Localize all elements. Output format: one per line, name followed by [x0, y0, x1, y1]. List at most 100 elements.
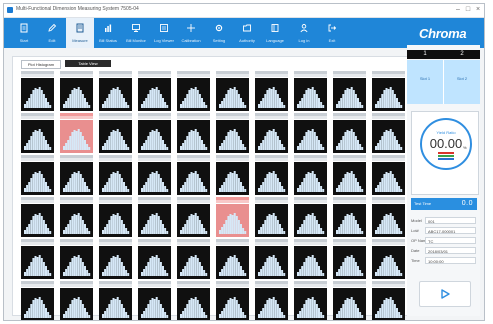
histogram-cell[interactable]	[372, 239, 405, 279]
histogram-cell[interactable]	[138, 281, 171, 320]
histogram-cell[interactable]	[294, 281, 327, 320]
tab-plot-histogram[interactable]: Plot Histogram	[21, 60, 61, 69]
histogram-cell[interactable]	[333, 197, 366, 237]
histogram-cell[interactable]	[177, 113, 210, 153]
measure-icon	[75, 23, 85, 33]
histogram-cell[interactable]	[177, 197, 210, 237]
histogram-cell[interactable]	[21, 197, 54, 237]
histogram-bar	[203, 144, 206, 150]
histogram-bar	[106, 140, 109, 150]
histogram-cell[interactable]	[138, 239, 171, 279]
histogram-cell[interactable]	[99, 239, 132, 279]
toolbar-button-edit[interactable]: Edit	[38, 18, 66, 48]
histogram-cell[interactable]	[138, 155, 171, 195]
histogram-cell[interactable]	[372, 155, 405, 195]
histogram-cell[interactable]	[177, 155, 210, 195]
slot-2-panel[interactable]: Slot 2	[444, 60, 480, 104]
model-field[interactable]: 001	[425, 217, 476, 224]
toolbar-button-bill-monitor[interactable]: Bill Monitor	[122, 18, 150, 48]
histogram-cell[interactable]	[138, 197, 171, 237]
minimize-icon[interactable]: –	[454, 6, 462, 14]
histogram-cell[interactable]	[60, 71, 93, 111]
histogram-bar	[42, 220, 45, 234]
histogram-cell[interactable]	[255, 113, 288, 153]
toolbar-button-log-viewer[interactable]: Log Viewer	[150, 18, 178, 48]
toolbar-button-start[interactable]: Start	[10, 18, 38, 48]
histogram-cell[interactable]	[138, 113, 171, 153]
histogram-cell[interactable]	[372, 281, 405, 320]
histogram-cell[interactable]	[21, 281, 54, 320]
histogram-cell[interactable]	[333, 239, 366, 279]
histogram-cell[interactable]	[255, 239, 288, 279]
histogram-cell[interactable]	[99, 281, 132, 320]
histogram-cell[interactable]	[60, 113, 93, 153]
histogram-bar	[375, 146, 377, 150]
toolbar-button-bill-status[interactable]: Bill Status	[94, 18, 122, 48]
histogram-cell[interactable]	[138, 71, 171, 111]
histogram-cell[interactable]	[216, 71, 249, 111]
toolbar-button-calibration[interactable]: Calibration	[177, 18, 205, 48]
histogram-cell[interactable]	[294, 197, 327, 237]
histogram-cell[interactable]	[372, 197, 405, 237]
histogram-bar	[361, 315, 364, 318]
histogram-cell[interactable]	[255, 281, 288, 320]
histogram-cell[interactable]	[177, 281, 210, 320]
histogram-cell[interactable]	[255, 71, 288, 111]
histogram-cell[interactable]	[216, 281, 249, 320]
histogram-cell[interactable]	[21, 113, 54, 153]
histogram-cell[interactable]	[216, 155, 249, 195]
histogram-cell[interactable]	[60, 281, 93, 320]
histogram-cell-subheader	[333, 74, 366, 77]
histogram-cell[interactable]	[99, 155, 132, 195]
histogram-cell[interactable]	[216, 113, 249, 153]
histogram-cell[interactable]	[99, 71, 132, 111]
histogram-cell[interactable]	[21, 155, 54, 195]
histogram-cell[interactable]	[372, 113, 405, 153]
histogram-cell[interactable]	[333, 71, 366, 111]
toolbar-button-language[interactable]: Language	[261, 18, 289, 48]
close-icon[interactable]: ×	[474, 6, 482, 14]
histogram-cell[interactable]	[99, 113, 132, 153]
histogram-cell[interactable]	[333, 113, 366, 153]
histogram-bar	[84, 308, 86, 318]
maximize-icon[interactable]: □	[464, 6, 472, 14]
date-field[interactable]: 2018/03/01	[425, 247, 476, 254]
histogram-cell[interactable]	[333, 281, 366, 320]
histogram-cell[interactable]	[60, 155, 93, 195]
histogram-cell[interactable]	[216, 239, 249, 279]
histogram-bar	[235, 90, 238, 108]
histogram-bar	[47, 144, 50, 150]
histogram-cell[interactable]	[294, 71, 327, 111]
log-icon	[159, 23, 169, 33]
histogram-bar	[305, 300, 308, 318]
histogram-cell[interactable]	[333, 155, 366, 195]
histogram-cell[interactable]	[177, 71, 210, 111]
time-field[interactable]: 10:00:00	[425, 257, 476, 264]
histogram-cell[interactable]	[255, 155, 288, 195]
toolbar-button-setting[interactable]: Setting	[205, 18, 233, 48]
histogram-cell-subheader	[372, 200, 405, 203]
histogram-cell[interactable]	[99, 197, 132, 237]
histogram-cell[interactable]	[177, 239, 210, 279]
toolbar-button-log-in[interactable]: Log in	[290, 18, 318, 48]
tab-table-view[interactable]: Table View	[65, 60, 111, 67]
histogram-cell[interactable]	[21, 239, 54, 279]
histogram-cell[interactable]	[294, 239, 327, 279]
start-test-button[interactable]	[419, 281, 471, 307]
histogram-cell[interactable]	[216, 197, 249, 237]
histogram-cell[interactable]	[294, 155, 327, 195]
histogram-bar	[86, 312, 89, 318]
toolbar-button-authority[interactable]: Authority	[233, 18, 261, 48]
lot-field[interactable]: ABC17-000001	[425, 227, 476, 234]
toolbar-button-exit[interactable]: Exit	[318, 18, 346, 48]
toolbar-button-measure[interactable]: Measure	[66, 18, 94, 48]
histogram-cell[interactable]	[60, 239, 93, 279]
histogram-cell[interactable]	[255, 197, 288, 237]
slot-1-panel[interactable]: Slot 1	[407, 60, 444, 104]
histogram-cell[interactable]	[60, 197, 93, 237]
op-name-field[interactable]: TC	[425, 237, 476, 244]
histogram-bar	[203, 186, 206, 192]
histogram-cell[interactable]	[294, 113, 327, 153]
histogram-cell[interactable]	[21, 71, 54, 111]
histogram-cell[interactable]	[372, 71, 405, 111]
